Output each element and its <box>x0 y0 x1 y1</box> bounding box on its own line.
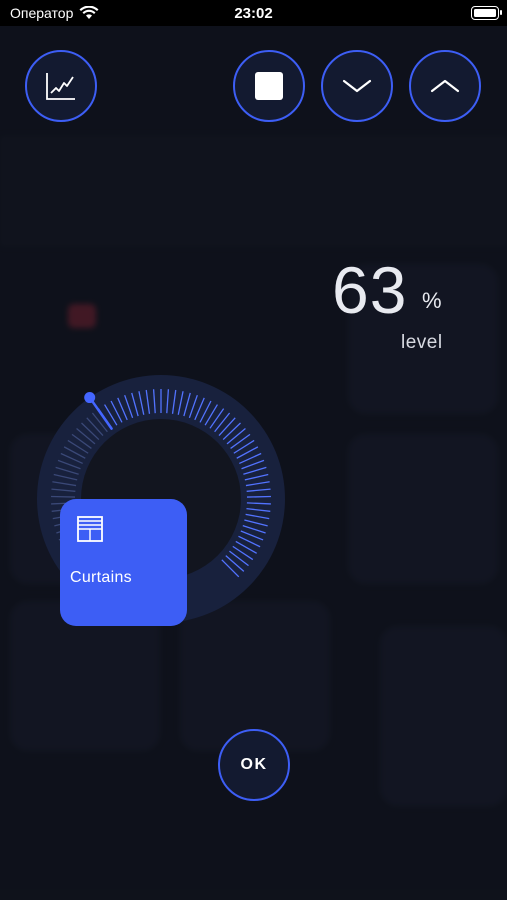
level-unit: % <box>422 288 442 313</box>
chart-button[interactable] <box>25 50 97 122</box>
ok-button[interactable]: OK <box>218 729 290 801</box>
chevron-up-icon <box>430 79 460 93</box>
battery-icon <box>471 6 502 20</box>
dial-tick <box>51 495 76 498</box>
device-name: Curtains <box>70 569 132 586</box>
stop-icon <box>255 72 283 100</box>
level-label: level <box>401 332 443 353</box>
status-bar: Оператор 23:02 <box>0 0 507 26</box>
dial-tick <box>246 495 271 498</box>
device-tile-curtains[interactable]: Curtains <box>60 499 187 626</box>
curtains-icon <box>77 516 103 542</box>
open-up-button[interactable] <box>409 50 481 122</box>
chevron-down-icon <box>342 79 372 93</box>
status-time: 23:02 <box>234 4 273 22</box>
level-value: 63 <box>332 253 408 327</box>
dial-handle[interactable] <box>84 392 96 404</box>
stop-button[interactable] <box>233 50 305 122</box>
close-down-button[interactable] <box>321 50 393 122</box>
chart-icon <box>46 73 75 100</box>
